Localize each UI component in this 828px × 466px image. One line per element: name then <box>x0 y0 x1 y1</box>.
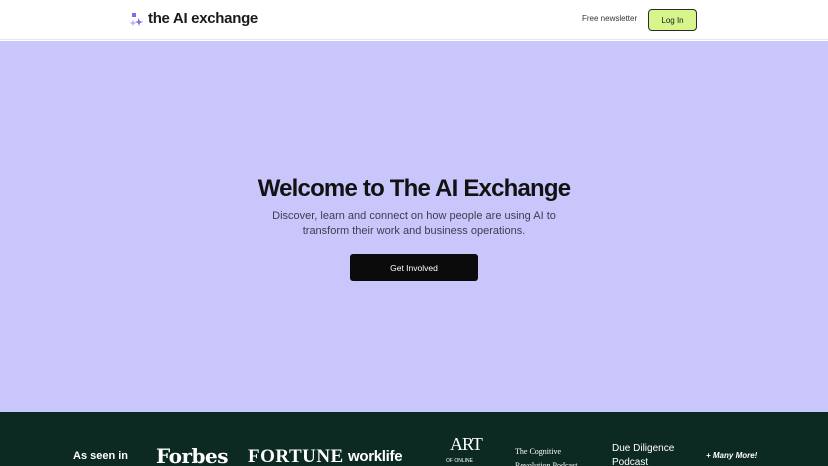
fortune-logo: FORTUNE <box>248 446 344 466</box>
get-involved-button[interactable]: Get Involved <box>350 254 478 281</box>
forbes-logo: Forbes <box>156 444 228 466</box>
nav-free-newsletter[interactable]: Free newsletter <box>582 14 637 23</box>
hero-title: Welcome to The AI Exchange <box>257 175 571 202</box>
art-of-online-logo: ART OF ONLINE <box>446 434 483 466</box>
art-of-online-logo-big: ART <box>450 434 483 454</box>
hero-subtitle: Discover, learn and connect on how peopl… <box>272 210 556 237</box>
press-strip: As seen in Forbes FORTUNE worklife ART O… <box>0 412 828 466</box>
brand-name: the AI exchange <box>148 10 258 27</box>
as-seen-in-label: As seen in <box>73 450 129 462</box>
brand-logo[interactable]: the AI exchange <box>130 10 258 27</box>
cognitive-revolution-logo: The Cognitive Revolution Podcast <box>515 447 578 466</box>
worklife-logo: worklife <box>348 448 403 465</box>
many-more-label: + Many More! <box>706 451 758 460</box>
site-header: the AI exchange Free newsletter Log In <box>0 0 828 40</box>
sparkle-star-logo-icon <box>130 12 144 26</box>
login-button[interactable]: Log In <box>648 9 697 31</box>
art-of-online-logo-small: OF ONLINE <box>446 458 473 464</box>
due-diligence-logo: Due Diligence Podcast <box>612 443 675 466</box>
hero-section: Welcome to The AI Exchange Discover, lea… <box>0 41 828 412</box>
